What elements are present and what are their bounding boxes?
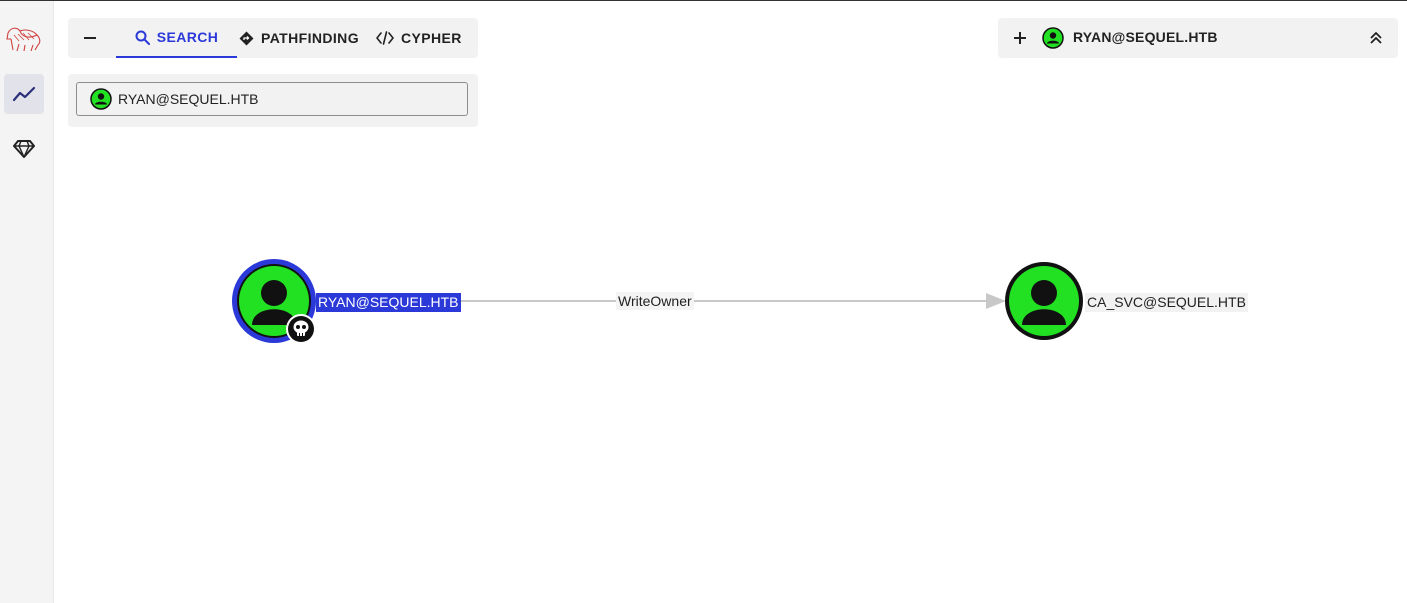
tab-pathfinding[interactable]: PATHFINDING: [239, 18, 359, 58]
search-panel: RYAN@SEQUEL.HTB: [68, 74, 478, 127]
minus-icon: [84, 37, 96, 39]
search-input-value: RYAN@SEQUEL.HTB: [118, 91, 259, 107]
tab-pathfinding-label: PATHFINDING: [261, 30, 359, 46]
chevron-double-up-icon: [1370, 32, 1382, 44]
user-icon: [1042, 27, 1064, 49]
node-ca-svc[interactable]: [1005, 262, 1083, 340]
directions-icon: [239, 31, 254, 45]
left-nav-rail: [0, 1, 54, 603]
bloodhound-logo[interactable]: [5, 23, 43, 53]
search-input[interactable]: RYAN@SEQUEL.HTB: [76, 82, 468, 116]
tab-search[interactable]: SEARCH: [116, 18, 237, 58]
tab-cypher-label: CYPHER: [401, 30, 462, 46]
chart-line-icon: [12, 86, 36, 102]
tab-cypher[interactable]: CYPHER: [376, 18, 462, 58]
collapse-search-button[interactable]: [78, 26, 102, 50]
node-label-source[interactable]: RYAN@SEQUEL.HTB: [316, 293, 461, 312]
add-button[interactable]: [1010, 28, 1030, 48]
selected-node-title: RYAN@SEQUEL.HTB: [1073, 29, 1218, 45]
explore-nav-button[interactable]: [4, 74, 44, 114]
edge-label[interactable]: WriteOwner: [616, 292, 694, 310]
tab-search-label: SEARCH: [156, 29, 219, 45]
node-ryan[interactable]: [232, 259, 316, 343]
gem-icon: [13, 140, 35, 158]
search-icon: [135, 30, 150, 45]
code-icon: [376, 31, 394, 45]
plus-icon: [1014, 32, 1026, 44]
group-management-nav-button[interactable]: [4, 129, 44, 169]
expand-panel-button[interactable]: [1366, 28, 1386, 48]
node-label-target[interactable]: CA_SVC@SEQUEL.HTB: [1085, 293, 1248, 312]
user-icon: [90, 88, 112, 110]
selected-node-panel: RYAN@SEQUEL.HTB: [998, 18, 1398, 58]
explore-tabs-panel: SEARCH PATHFINDING CYPHER: [68, 18, 478, 58]
